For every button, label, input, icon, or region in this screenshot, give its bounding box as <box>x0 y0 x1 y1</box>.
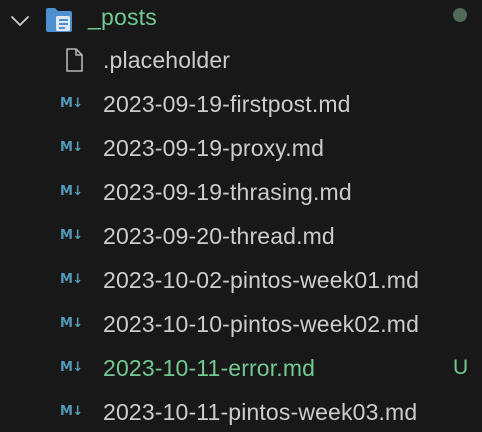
file-row-thread[interactable]: M↓ 2023-09-20-thread.md <box>0 220 482 264</box>
markdown-icon: M↓ <box>60 184 83 199</box>
file-label: 2023-10-10-pintos-week02.md <box>103 311 420 337</box>
file-row-proxy[interactable]: M↓ 2023-09-19-proxy.md <box>0 132 482 176</box>
file-row-placeholder[interactable]: .placeholder <box>0 44 482 88</box>
file-row-firstpost[interactable]: M↓ 2023-09-19-firstpost.md <box>0 88 482 132</box>
markdown-icon: M↓ <box>60 404 83 419</box>
markdown-icon: M↓ <box>60 96 83 111</box>
file-label: 2023-09-19-proxy.md <box>103 135 325 161</box>
git-status-badge: U <box>453 356 469 379</box>
file-row-error[interactable]: M↓ 2023-10-11-error.md U <box>0 352 482 396</box>
file-label: 2023-09-19-thrasing.md <box>103 179 352 205</box>
markdown-icon: M↓ <box>60 272 83 287</box>
markdown-icon: M↓ <box>60 228 83 243</box>
file-explorer-tree: _posts .placeholder M↓ 2023-09-19-firstp… <box>0 0 482 432</box>
markdown-icon: M↓ <box>60 316 83 331</box>
markdown-icon: M↓ <box>60 360 83 375</box>
file-row-pintos-week01[interactable]: M↓ 2023-10-02-pintos-week01.md <box>0 264 482 308</box>
file-label: 2023-09-19-firstpost.md <box>103 91 351 117</box>
file-icon <box>66 48 83 72</box>
folder-open-icon <box>46 8 72 32</box>
markdown-icon: M↓ <box>60 140 83 155</box>
file-label: 2023-10-02-pintos-week01.md <box>103 267 420 293</box>
file-row-thrasing[interactable]: M↓ 2023-09-19-thrasing.md <box>0 176 482 220</box>
file-label: 2023-09-20-thread.md <box>103 223 335 249</box>
folder-row-posts[interactable]: _posts <box>0 0 482 44</box>
file-label: .placeholder <box>103 47 231 73</box>
git-status-dot <box>453 8 467 22</box>
chevron-down-icon[interactable] <box>8 9 32 33</box>
folder-label: _posts <box>88 4 157 30</box>
file-label: 2023-10-11-error.md <box>103 355 316 381</box>
file-row-pintos-week02[interactable]: M↓ 2023-10-10-pintos-week02.md <box>0 308 482 352</box>
file-label: 2023-10-11-pintos-week03.md <box>103 399 418 425</box>
file-row-pintos-week03[interactable]: M↓ 2023-10-11-pintos-week03.md <box>0 396 482 432</box>
